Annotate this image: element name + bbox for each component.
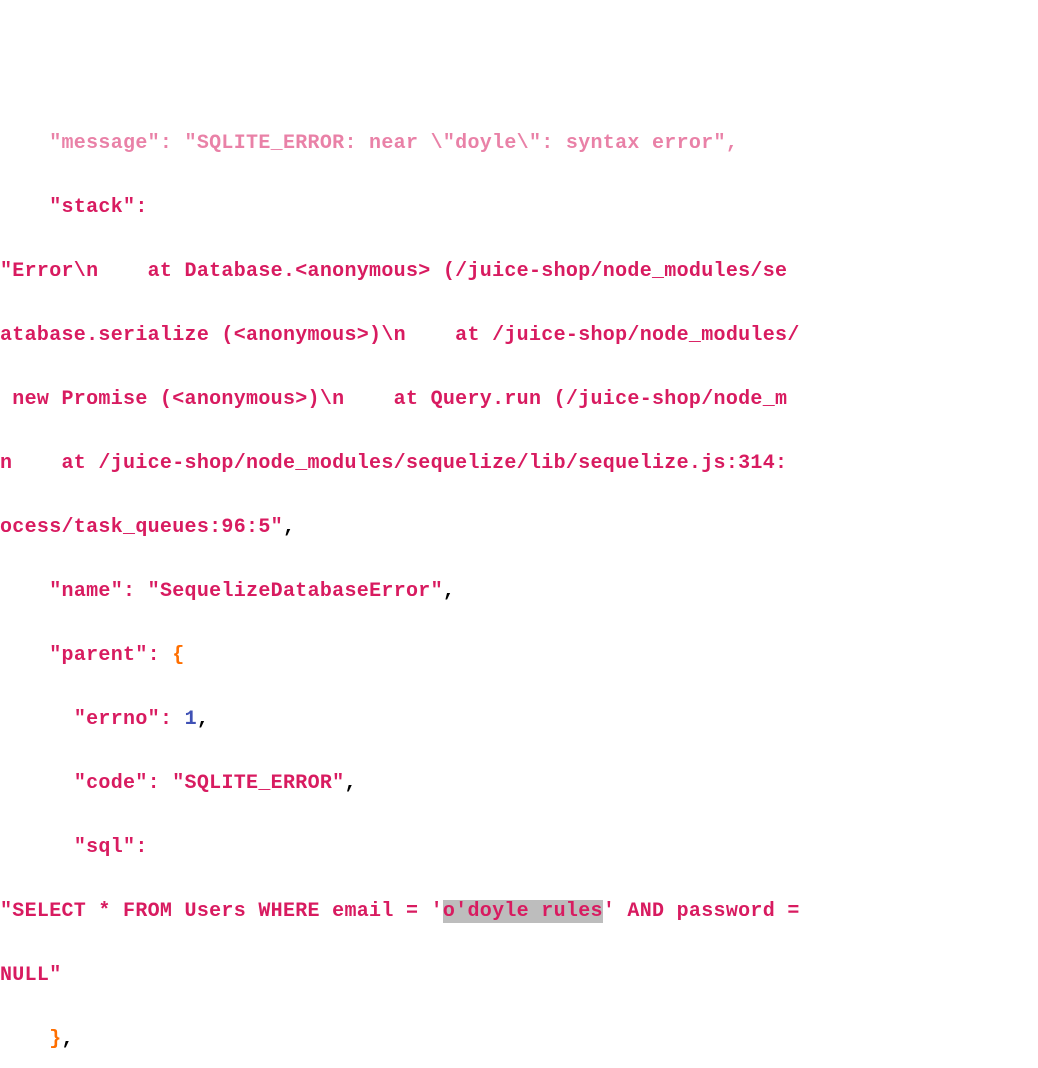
code-line-11: "code": "SQLITE_ERROR",	[0, 768, 1038, 800]
json-key-stack: "stack"	[49, 196, 135, 219]
code-line-5: new Promise (<anonymous>)\n at Query.run…	[0, 384, 1038, 416]
comma: ,	[62, 1028, 74, 1051]
code-line-12: "sql":	[0, 832, 1038, 864]
json-value-code: "SQLITE_ERROR"	[172, 772, 344, 795]
colon: :	[160, 708, 172, 731]
colon: :	[148, 644, 160, 667]
sql-query-text-c: NULL"	[0, 964, 62, 987]
stack-trace-text: "Error\n at Database.<anonymous> (/juice…	[0, 260, 787, 283]
colon: :	[135, 836, 147, 859]
close-brace: }	[49, 1028, 61, 1051]
code-line-4: atabase.serialize (<anonymous>)\n at /ju…	[0, 320, 1038, 352]
open-brace: {	[172, 644, 184, 667]
colon: :	[123, 580, 135, 603]
json-key-errno: "errno"	[74, 708, 160, 731]
code-line-2: "stack":	[0, 192, 1038, 224]
code-line-6: n at /juice-shop/node_modules/sequelize/…	[0, 448, 1038, 480]
code-line-1: "message": "SQLITE_ERROR: near \"doyle\"…	[0, 128, 1038, 160]
stack-trace-text: ocess/task_queues:96:5"	[0, 516, 283, 539]
json-key-name: "name"	[49, 580, 123, 603]
colon: :	[135, 196, 147, 219]
code-line-15: },	[0, 1024, 1038, 1056]
comma: ,	[344, 772, 356, 795]
comma: ,	[443, 580, 455, 603]
colon: :	[148, 772, 160, 795]
code-line-10: "errno": 1,	[0, 704, 1038, 736]
json-key-parent: "parent"	[49, 644, 147, 667]
json-value-name: "SequelizeDatabaseError"	[148, 580, 443, 603]
json-value-errno: 1	[185, 708, 197, 731]
code-line-9: "parent": {	[0, 640, 1038, 672]
comma: ,	[197, 708, 209, 731]
json-key-sql: "sql"	[74, 836, 136, 859]
comma: ,	[283, 516, 295, 539]
json-key-code: "code"	[74, 772, 148, 795]
stack-trace-text: n at /juice-shop/node_modules/sequelize/…	[0, 452, 787, 475]
stack-trace-text: atabase.serialize (<anonymous>)\n at /ju…	[0, 324, 800, 347]
stack-trace-text: new Promise (<anonymous>)\n at Query.run…	[0, 388, 787, 411]
code-line-14: NULL"	[0, 960, 1038, 992]
code-line-13: "SELECT * FROM Users WHERE email = 'o'do…	[0, 896, 1038, 928]
sql-query-text-b: ' AND password =	[603, 900, 800, 923]
code-line-3: "Error\n at Database.<anonymous> (/juice…	[0, 256, 1038, 288]
code-block: "message": "SQLITE_ERROR: near \"doyle\"…	[0, 128, 1038, 1068]
highlighted-text: o'doyle rules	[443, 900, 603, 923]
code-line-7: ocess/task_queues:96:5",	[0, 512, 1038, 544]
code-line-8: "name": "SequelizeDatabaseError",	[0, 576, 1038, 608]
json-message-line: "message": "SQLITE_ERROR: near \"doyle\"…	[0, 132, 738, 155]
sql-query-text-a: "SELECT * FROM Users WHERE email = '	[0, 900, 443, 923]
